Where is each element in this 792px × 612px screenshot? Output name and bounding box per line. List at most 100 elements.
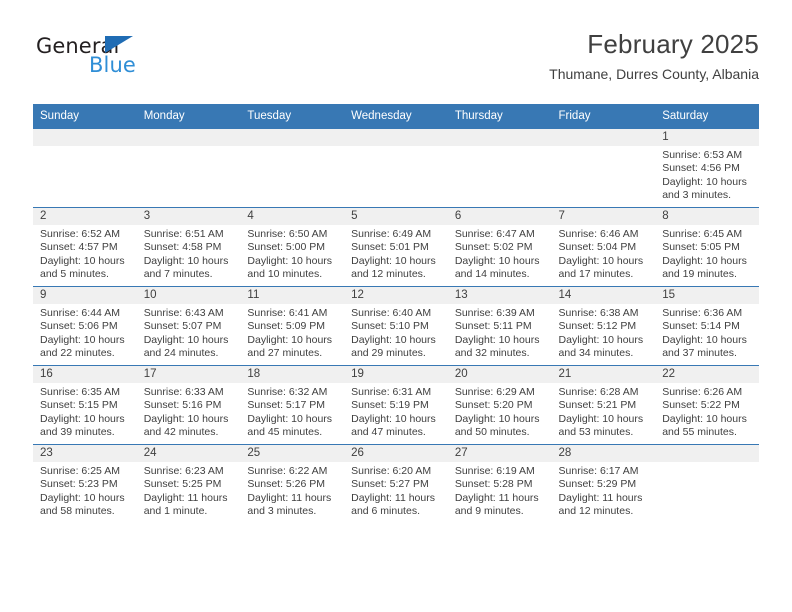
day-cell[interactable]: 24 Sunrise: 6:23 AM Sunset: 5:25 PM Dayligh… [136,444,241,523]
day-cell[interactable]: 13 Sunrise: 6:39 AM Sunset: 5:11 PM Dayligh… [447,286,552,366]
daylight-text-line2: and 12 minutes. [351,267,426,280]
day-cell[interactable]: 11 Sunrise: 6:41 AM Sunset: 5:09 PM Dayligh… [240,286,345,366]
day-number: 4 [240,208,345,225]
sunset-text: Sunset: 5:15 PM [40,399,118,412]
calendar-week-row: 23 Sunrise: 6:25 AM Sunset: 5:23 PM Dayligh… [33,444,759,523]
day-cell[interactable]: 25 Sunrise: 6:22 AM Sunset: 5:26 PM Dayligh… [240,444,345,523]
day-details: Sunrise: 6:43 AM Sunset: 5:07 PM Daylight:… [137,304,241,360]
day-details [240,146,344,149]
day-number: 15 [655,287,759,304]
daylight-text-line1: Daylight: 10 hours [40,491,125,504]
daylight-text-line1: Daylight: 10 hours [351,412,436,425]
daylight-text-line2: and 7 minutes. [143,267,213,280]
day-cell[interactable]: 8 Sunrise: 6:45 AM Sunset: 5:05 PM Daylight… [655,207,759,287]
day-cell[interactable]: 17 Sunrise: 6:33 AM Sunset: 5:16 PM Dayligh… [136,365,241,445]
day-details: Sunrise: 6:49 AM Sunset: 5:01 PM Daylight:… [344,225,448,281]
day-cell[interactable]: 18 Sunrise: 6:32 AM Sunset: 5:17 PM Dayligh… [240,365,345,445]
sunrise-text: Sunrise: 6:45 AM [662,228,743,240]
day-number: 6 [447,208,552,225]
day-cell[interactable]: 7 Sunrise: 6:46 AM Sunset: 5:04 PM Daylight… [551,207,656,287]
day-cell[interactable]: 27 Sunrise: 6:19 AM Sunset: 5:28 PM Dayligh… [447,444,552,523]
day-cell[interactable]: 12 Sunrise: 6:40 AM Sunset: 5:10 PM Dayligh… [344,286,448,366]
daylight-text-line2: and 3 minutes. [662,188,732,201]
day-cell[interactable]: 28 Sunrise: 6:17 AM Sunset: 5:29 PM Dayligh… [551,444,656,523]
day-cell[interactable]: 10 Sunrise: 6:43 AM Sunset: 5:07 PM Dayligh… [136,286,241,366]
sunset-text: Sunset: 5:28 PM [454,478,533,491]
sunrise-text: Sunrise: 6:28 AM [558,386,639,398]
day-cell[interactable] [447,128,552,208]
sunrise-text: Sunrise: 6:40 AM [351,307,432,319]
sunrise-text: Sunrise: 6:53 AM [662,149,743,161]
day-cell[interactable]: 15 Sunrise: 6:36 AM Sunset: 5:14 PM Dayligh… [655,286,759,366]
sunset-text: Sunset: 5:05 PM [662,241,740,254]
daylight-text-line2: and 53 minutes. [558,425,634,438]
sunset-text: Sunset: 5:21 PM [558,399,637,412]
day-cell[interactable]: 16 Sunrise: 6:35 AM Sunset: 5:15 PM Dayligh… [33,365,137,445]
title-block: February 2025 Thumane, Durres County, Al… [549,28,759,83]
day-number: 21 [551,366,656,383]
day-details: Sunrise: 6:45 AM Sunset: 5:05 PM Daylight:… [655,225,759,281]
sunrise-text: Sunrise: 6:43 AM [143,307,224,319]
day-cell[interactable]: 22 Sunrise: 6:26 AM Sunset: 5:22 PM Dayligh… [655,365,759,445]
daylight-text-line1: Daylight: 10 hours [662,254,747,267]
general-blue-logo[interactable]: General Blue [33,34,233,86]
calendar-week-row: 1 Sunrise: 6:53 AM Sunset: 4:56 PM Daylight… [33,128,759,208]
day-cell[interactable] [655,444,759,523]
day-details: Sunrise: 6:44 AM Sunset: 5:06 PM Daylight:… [33,304,137,360]
daylight-text-line2: and 55 minutes. [662,425,737,438]
day-number [551,129,656,146]
day-cell[interactable]: 9 Sunrise: 6:44 AM Sunset: 5:06 PM Daylight… [33,286,137,366]
daylight-text-line1: Daylight: 11 hours [247,491,332,504]
sunrise-text: Sunrise: 6:35 AM [40,386,120,398]
sunrise-text: Sunrise: 6:36 AM [662,307,743,319]
sunset-text: Sunset: 4:57 PM [40,241,118,254]
sunrise-text: Sunrise: 6:19 AM [454,465,535,477]
sunrise-text: Sunrise: 6:49 AM [351,228,432,240]
day-cell[interactable]: 3 Sunrise: 6:51 AM Sunset: 4:58 PM Daylight… [136,207,241,287]
sunrise-text: Sunrise: 6:22 AM [247,465,328,477]
sunset-text: Sunset: 4:58 PM [143,241,222,254]
daylight-text-line1: Daylight: 11 hours [351,491,435,504]
daylight-text-line1: Daylight: 10 hours [558,333,644,346]
sunset-text: Sunset: 5:11 PM [454,320,532,333]
day-number: 24 [136,445,241,462]
day-details: Sunrise: 6:39 AM Sunset: 5:11 PM Daylight:… [448,304,552,360]
day-cell[interactable]: 23 Sunrise: 6:25 AM Sunset: 5:23 PM Dayligh… [33,444,137,523]
calendar-page: General Blue February 2025 Thumane, Durr… [0,0,792,612]
daylight-text-line1: Daylight: 10 hours [662,175,747,188]
daylight-text-line1: Daylight: 10 hours [662,333,747,346]
daylight-text-line2: and 17 minutes. [558,267,634,280]
sunrise-text: Sunrise: 6:52 AM [40,228,120,240]
day-cell[interactable] [240,128,345,208]
day-details: Sunrise: 6:38 AM Sunset: 5:12 PM Daylight:… [552,304,656,360]
daylight-text-line1: Daylight: 10 hours [454,412,540,425]
daylight-text-line1: Daylight: 11 hours [454,491,539,504]
daylight-text-line1: Daylight: 11 hours [558,491,643,504]
day-cell[interactable]: 26 Sunrise: 6:20 AM Sunset: 5:27 PM Dayligh… [344,444,448,523]
sunrise-text: Sunrise: 6:20 AM [351,465,432,477]
day-cell[interactable]: 1 Sunrise: 6:53 AM Sunset: 4:56 PM Daylight… [655,128,759,208]
weekday-header-tuesday: Tuesday [240,104,345,129]
day-number: 23 [33,445,137,462]
day-cell[interactable] [551,128,656,208]
day-cell[interactable]: 20 Sunrise: 6:29 AM Sunset: 5:20 PM Dayligh… [447,365,552,445]
logo-triangle-icon [105,36,133,53]
day-number [655,445,759,462]
day-details: Sunrise: 6:29 AM Sunset: 5:20 PM Daylight:… [448,383,552,439]
day-number: 8 [655,208,759,225]
day-number: 10 [136,287,241,304]
day-cell[interactable]: 4 Sunrise: 6:50 AM Sunset: 5:00 PM Daylight… [240,207,345,287]
day-cell[interactable]: 21 Sunrise: 6:28 AM Sunset: 5:21 PM Dayligh… [551,365,656,445]
day-cell[interactable]: 19 Sunrise: 6:31 AM Sunset: 5:19 PM Dayligh… [344,365,448,445]
sunrise-text: Sunrise: 6:39 AM [454,307,535,319]
day-cell[interactable]: 5 Sunrise: 6:49 AM Sunset: 5:01 PM Daylight… [344,207,448,287]
day-details: Sunrise: 6:50 AM Sunset: 5:00 PM Daylight:… [240,225,344,281]
day-cell[interactable]: 6 Sunrise: 6:47 AM Sunset: 5:02 PM Daylight… [447,207,552,287]
day-cell[interactable] [136,128,241,208]
day-cell[interactable] [33,128,137,208]
daylight-text-line1: Daylight: 10 hours [662,412,747,425]
day-cell[interactable]: 2 Sunrise: 6:52 AM Sunset: 4:57 PM Daylight… [33,207,137,287]
day-cell[interactable] [344,128,448,208]
daylight-text-line2: and 1 minute. [143,504,208,517]
day-cell[interactable]: 14 Sunrise: 6:38 AM Sunset: 5:12 PM Dayligh… [551,286,656,366]
